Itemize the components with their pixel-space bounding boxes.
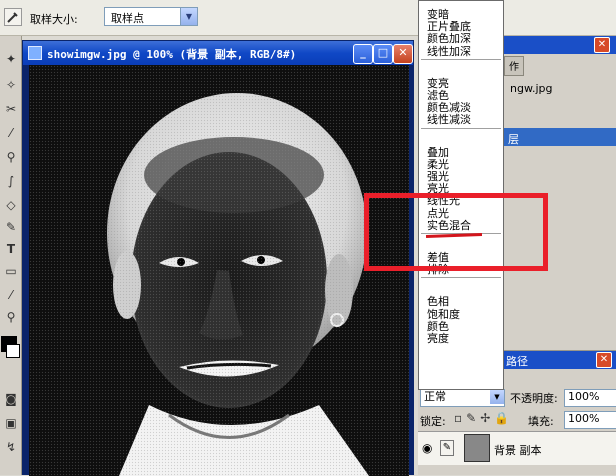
panel-close-icon[interactable]: ✕: [594, 37, 610, 53]
blend-mode-item[interactable]: 线性加深: [427, 45, 471, 58]
layers-panel-titlebar[interactable]: 路径 ✕: [504, 351, 616, 369]
chevron-down-icon[interactable]: ▼: [180, 8, 197, 25]
history-brush-tool-icon[interactable]: ∫: [2, 172, 20, 190]
blend-mode-item[interactable]: 变亮: [427, 77, 449, 90]
eraser-tool-icon[interactable]: ◇: [2, 196, 20, 214]
minimize-button[interactable]: _: [353, 44, 373, 64]
blend-mode-item[interactable]: 颜色加深: [427, 32, 471, 45]
blend-mode-item[interactable]: 亮度: [427, 332, 449, 345]
magic-wand-tool-icon[interactable]: ✧: [2, 76, 20, 94]
paths-tab-label[interactable]: 路径: [506, 353, 528, 369]
image-canvas[interactable]: [29, 65, 409, 476]
quick-mask-icon[interactable]: ◙: [2, 390, 20, 408]
document-title: showimgw.jpg @ 100% (背景 副本, RGB/8#): [47, 48, 297, 61]
blend-mode-item[interactable]: 柔光: [427, 158, 449, 171]
options-bar: 取样大小: 取样点 ▼: [0, 0, 616, 36]
zoom-tool-icon[interactable]: ⚲: [2, 308, 20, 326]
layer-thumbnail: [464, 434, 490, 462]
fill-label: 填充:: [528, 415, 554, 428]
panel-selected-label: 层: [508, 133, 519, 146]
pen-tool-icon[interactable]: ✎: [2, 218, 20, 236]
layer-row[interactable]: ◉ ✎ 背景 副本: [418, 431, 616, 465]
panel-selected-row[interactable]: [504, 128, 616, 146]
opacity-field[interactable]: 100%: [564, 389, 616, 407]
screen-mode-icon[interactable]: ▣: [2, 414, 20, 432]
lock-options-icons[interactable]: ▫✎✢🔒: [454, 411, 513, 425]
blend-mode-item[interactable]: 叠加: [427, 146, 449, 159]
lock-label: 锁定:: [420, 415, 446, 428]
opacity-label: 不透明度:: [510, 392, 558, 405]
blend-mode-item[interactable]: 颜色: [427, 320, 449, 333]
shape-tool-icon[interactable]: ▭: [2, 262, 20, 280]
eyedropper-tool-preset-icon[interactable]: [4, 8, 22, 26]
menu-separator: [421, 127, 501, 129]
layer-name: 背景 副本: [494, 444, 542, 457]
panel-tab-actions[interactable]: 作: [504, 56, 524, 76]
lasso-tool-icon[interactable]: ✦: [2, 50, 20, 68]
blend-mode-item[interactable]: 线性减淡: [427, 113, 471, 126]
maximize-button[interactable]: □: [373, 44, 393, 64]
crop-tool-icon[interactable]: ✂: [2, 100, 20, 118]
toolbox: ✦ ✧ ✂ ⁄ ⚲ ∫ ◇ ✎ T ▭ ⁄ ⚲ ◙ ▣ ↯: [0, 36, 22, 475]
blend-mode-item[interactable]: 饱和度: [427, 308, 460, 321]
panel-file-name: ngw.jpg: [510, 82, 553, 95]
panel-titlebar[interactable]: ✕: [504, 36, 616, 54]
document-icon: [28, 46, 42, 60]
fill-field[interactable]: 100%: [564, 411, 616, 429]
document-titlebar[interactable]: showimgw.jpg @ 100% (背景 副本, RGB/8#) _ □ …: [23, 41, 413, 65]
eye-visibility-icon[interactable]: ◉: [422, 441, 432, 455]
menu-separator: [421, 277, 501, 279]
background-color-swatch[interactable]: [6, 344, 20, 358]
inverted-portrait-image: [29, 65, 409, 476]
chevron-down-icon[interactable]: ▼: [490, 390, 504, 404]
stamp-tool-icon[interactable]: ⚲: [2, 148, 20, 166]
brush-link-icon[interactable]: ✎: [440, 440, 454, 456]
type-tool-icon[interactable]: T: [2, 240, 20, 258]
red-highlight-box: [364, 193, 548, 271]
sample-size-value: 取样点: [111, 12, 144, 25]
blend-mode-item[interactable]: 色相: [427, 295, 449, 308]
sample-size-select[interactable]: 取样点 ▼: [104, 7, 198, 26]
jump-to-imageready-icon[interactable]: ↯: [2, 438, 20, 456]
brush-tool-icon[interactable]: ⁄: [2, 124, 20, 142]
layers-close-icon[interactable]: ✕: [596, 352, 612, 368]
blend-mode-value: 正常: [424, 390, 446, 403]
close-button[interactable]: ✕: [393, 44, 413, 64]
eyedropper-tool-icon[interactable]: ⁄: [2, 286, 20, 304]
document-window: showimgw.jpg @ 100% (背景 副本, RGB/8#) _ □ …: [22, 40, 414, 476]
blend-mode-select[interactable]: 正常 ▼: [420, 389, 505, 407]
sample-size-label: 取样大小:: [30, 13, 78, 26]
menu-separator: [421, 58, 501, 60]
